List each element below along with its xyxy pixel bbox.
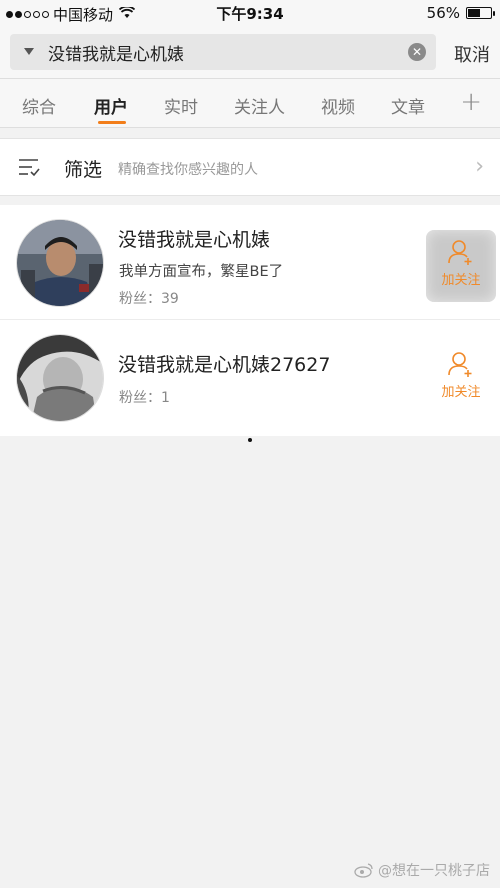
search-box[interactable]: ✕ (10, 34, 436, 70)
clear-icon[interactable]: ✕ (408, 43, 426, 61)
tab-following[interactable]: 关注人 (234, 93, 285, 118)
user-list-item[interactable]: 没错我就是心机婊 我单方面宣布，繁星BE了 粉丝：39 加关注 (0, 205, 500, 320)
search-input[interactable] (48, 34, 408, 70)
status-bar: 中国移动 下午9:34 56% (0, 0, 500, 26)
battery-fill (468, 9, 481, 17)
weibo-logo-icon (354, 863, 373, 878)
status-time: 下午9:34 (216, 5, 284, 23)
chevron-right-icon: › (475, 154, 484, 179)
tab-users[interactable]: 用户 (94, 93, 128, 118)
avatar[interactable] (16, 219, 104, 307)
filter-description: 精确查找你感兴趣的人 (118, 162, 258, 178)
filter-title: 筛选 (64, 159, 103, 181)
add-user-icon (448, 240, 472, 265)
watermark-text: @想在一只桃子店 (378, 863, 490, 879)
user-list-item[interactable]: 没错我就是心机婊27627 粉丝：1 加关注 (0, 320, 500, 436)
watermark: @想在一只桃子店 (354, 860, 490, 880)
filter-icon (19, 159, 40, 177)
cancel-button[interactable]: 取消 (454, 41, 490, 67)
add-tab-icon[interactable]: + (460, 87, 482, 117)
follow-label: 加关注 (441, 273, 481, 288)
user-name[interactable]: 没错我就是心机婊27627 (118, 350, 330, 377)
follow-button[interactable]: 加关注 (426, 342, 496, 414)
battery-icon (466, 7, 495, 19)
user-list: 没错我就是心机婊 我单方面宣布，繁星BE了 粉丝：39 加关注 没错我就是心机婊… (0, 205, 500, 436)
add-user-icon (448, 352, 472, 377)
user-fans-count: 粉丝：1 (119, 390, 170, 406)
active-tab-indicator (98, 121, 126, 124)
tab-comprehensive[interactable]: 综合 (22, 93, 56, 118)
status-right: 56% (426, 4, 495, 22)
follow-label: 加关注 (441, 385, 481, 400)
search-row: ✕ 取消 (0, 26, 500, 78)
avatar[interactable] (16, 334, 104, 422)
battery-percent: 56% (426, 4, 460, 22)
tab-articles[interactable]: 文章 (391, 93, 425, 118)
user-fans-count: 粉丝：39 (119, 291, 179, 307)
tab-realtime[interactable]: 实时 (164, 93, 198, 118)
follow-button[interactable]: 加关注 (426, 230, 496, 302)
search-type-dropdown-icon[interactable] (24, 48, 34, 55)
tab-video[interactable]: 视频 (321, 93, 355, 118)
user-bio: 我单方面宣布，繁星BE了 (119, 264, 284, 280)
filter-row[interactable]: 筛选 精确查找你感兴趣的人 › (0, 138, 500, 196)
page-indicator-dot (248, 438, 252, 442)
user-name[interactable]: 没错我就是心机婊 (118, 225, 270, 252)
search-tabs: 综合 用户 实时 关注人 视频 文章 + (0, 78, 500, 128)
